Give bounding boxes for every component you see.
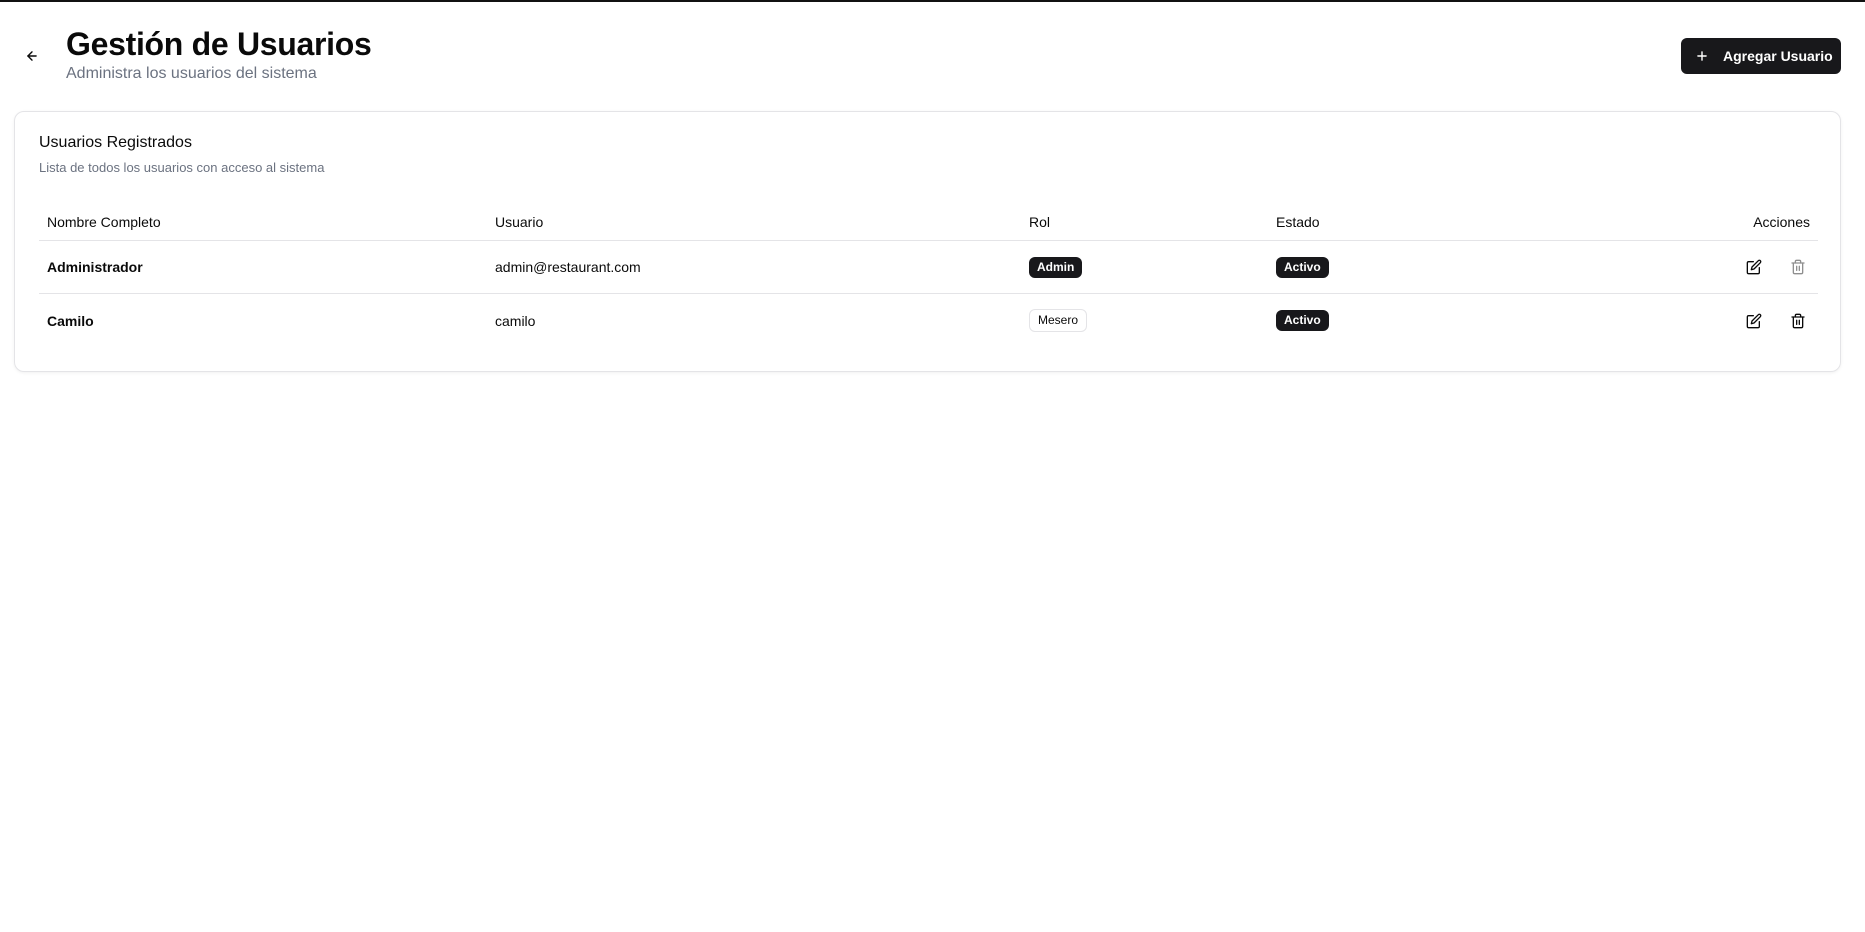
role-badge: Admin — [1029, 256, 1083, 278]
status-badge: Activo — [1276, 256, 1329, 278]
back-button[interactable] — [18, 44, 46, 68]
status-badge: Activo — [1276, 310, 1329, 331]
edit-icon — [1746, 313, 1762, 328]
role-badge: Mesero — [1029, 309, 1088, 332]
trash-icon — [1791, 259, 1805, 275]
trash-icon — [1791, 313, 1805, 328]
user-username: camilo — [495, 312, 536, 329]
card-description: Lista de todos los usuarios con acceso a… — [39, 160, 325, 175]
arrow-left-icon — [27, 51, 37, 61]
edit-icon — [1746, 259, 1762, 275]
column-header-name: Nombre Completo — [47, 214, 161, 230]
delete-user-button[interactable] — [1786, 255, 1810, 279]
add-user-button[interactable]: Agregar Usuario — [1681, 38, 1841, 74]
delete-user-button[interactable] — [1786, 309, 1810, 333]
column-header-status: Estado — [1276, 214, 1320, 230]
card-title: Usuarios Registrados — [39, 134, 192, 151]
column-header-username: Usuario — [495, 214, 544, 230]
table-header: Nombre Completo Usuario Rol Estado Accio… — [39, 204, 1818, 241]
users-table: Nombre Completo Usuario Rol Estado Accio… — [39, 204, 1818, 347]
user-username: admin@restaurant.com — [495, 259, 641, 275]
table-row: Camilo camilo Mesero Activo — [39, 294, 1818, 347]
page-header: Gestión de Usuarios Administra los usuar… — [0, 0, 1865, 110]
page-subtitle: Administra los usuarios del sistema — [66, 65, 317, 82]
edit-user-button[interactable] — [1742, 255, 1766, 279]
plus-icon — [1697, 51, 1707, 61]
column-header-actions: Acciones — [1753, 214, 1810, 230]
table-row: Administrador admin@restaurant.com Admin… — [39, 241, 1818, 294]
page-title: Gestión de Usuarios — [66, 26, 372, 62]
add-user-label: Agregar Usuario — [1723, 48, 1833, 64]
column-header-role: Rol — [1029, 214, 1051, 230]
users-card: Usuarios Registrados Lista de todos los … — [14, 111, 1841, 372]
user-name: Camilo — [47, 312, 94, 329]
user-name: Administrador — [47, 259, 143, 275]
edit-user-button[interactable] — [1742, 309, 1766, 333]
